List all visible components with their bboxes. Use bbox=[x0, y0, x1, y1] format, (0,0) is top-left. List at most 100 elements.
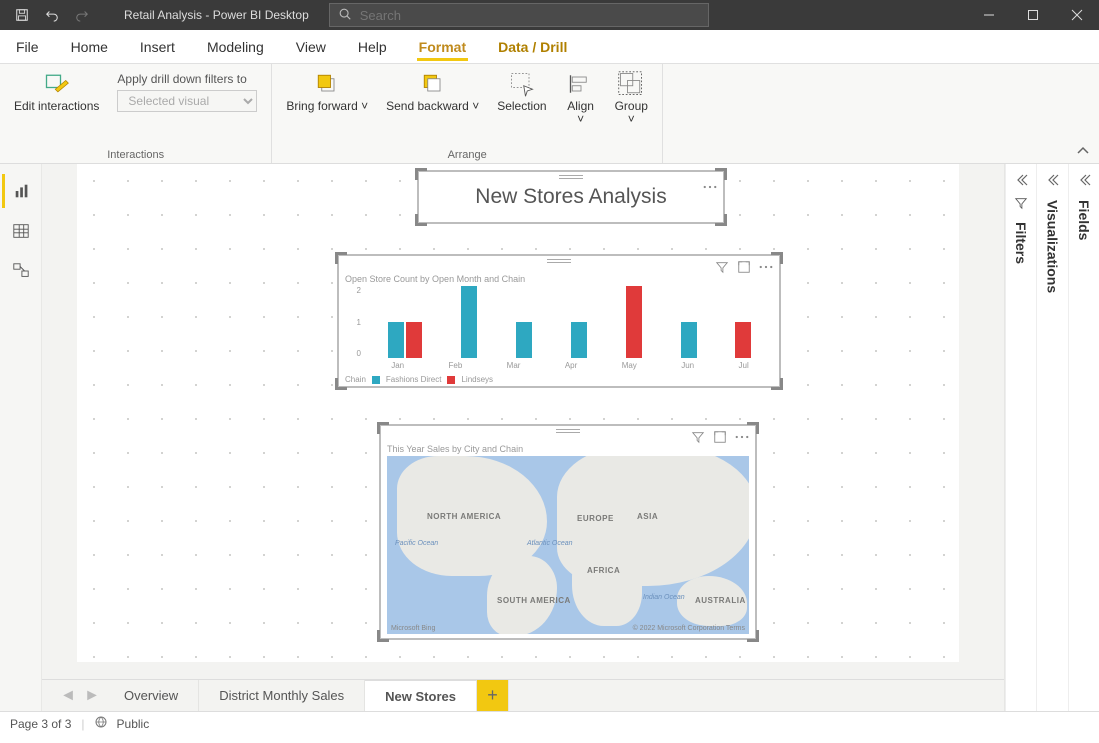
title-textbox-visual[interactable]: New Stores Analysis bbox=[417, 170, 725, 224]
close-button[interactable] bbox=[1055, 0, 1099, 30]
fields-pane-label: Fields bbox=[1076, 200, 1092, 240]
ribbon: Edit interactions Apply drill down filte… bbox=[0, 64, 1099, 164]
edit-interactions-button[interactable]: Edit interactions bbox=[10, 68, 103, 115]
status-bar: Page 3 of 3 | Public bbox=[0, 711, 1099, 735]
y-axis-ticks: 2 1 0 bbox=[353, 286, 361, 358]
search-input[interactable] bbox=[360, 8, 700, 23]
drag-grip-icon[interactable] bbox=[547, 258, 571, 264]
chevron-down-icon: ˅ bbox=[577, 112, 584, 126]
title-text: New Stores Analysis bbox=[475, 185, 666, 209]
undo-button[interactable] bbox=[38, 1, 66, 29]
focus-mode-icon[interactable] bbox=[737, 260, 751, 279]
group-button[interactable]: Group˅ bbox=[611, 68, 652, 128]
map-body[interactable]: NORTH AMERICA SOUTH AMERICA EUROPE AFRIC… bbox=[387, 456, 749, 634]
bar-chart-visual[interactable]: Open Store Count by Open Month and Chain… bbox=[337, 254, 781, 388]
maximize-button[interactable] bbox=[1011, 0, 1055, 30]
canvas[interactable]: New Stores Analysis Open Store Count by … bbox=[42, 164, 1004, 679]
public-icon bbox=[95, 716, 107, 731]
chevron-down-icon: ˅ bbox=[361, 99, 368, 113]
bring-forward-label: Bring forward bbox=[286, 99, 357, 113]
chart-legend: Chain Fashions Direct Lindseys bbox=[345, 375, 493, 384]
filters-pane-label: Filters bbox=[1013, 222, 1029, 264]
focus-mode-icon[interactable] bbox=[713, 430, 727, 449]
page-tabs: ◄ ► Overview District Monthly Sales New … bbox=[42, 679, 1004, 711]
expand-icon[interactable] bbox=[1013, 172, 1029, 188]
workspace: New Stores Analysis Open Store Count by … bbox=[0, 164, 1099, 711]
drill-filter-dropdown[interactable]: Selected visual bbox=[117, 90, 257, 112]
arrange-group-label: Arrange bbox=[282, 149, 652, 161]
tab-prev-button[interactable]: ◄ bbox=[56, 680, 80, 711]
collapse-ribbon-button[interactable] bbox=[1075, 143, 1091, 159]
map-title: This Year Sales by City and Chain bbox=[387, 444, 523, 454]
tab-view[interactable]: View bbox=[280, 30, 342, 63]
group-label: Group bbox=[615, 99, 648, 113]
ribbon-group-arrange: Bring forward ˅ Send backward ˅ Selectio… bbox=[272, 64, 663, 163]
window-controls bbox=[967, 0, 1099, 30]
tab-file[interactable]: File bbox=[0, 30, 55, 63]
titlebar: Retail Analysis - Power BI Desktop bbox=[0, 0, 1099, 30]
filters-pane[interactable]: Filters bbox=[1005, 164, 1036, 711]
tab-next-button[interactable]: ► bbox=[80, 680, 104, 711]
label-africa: AFRICA bbox=[587, 566, 620, 575]
chart-plot-area: 2 1 0 bbox=[353, 286, 771, 358]
apply-drill-filters: Apply drill down filters to Selected vis… bbox=[113, 68, 261, 116]
more-options-icon[interactable] bbox=[703, 176, 717, 200]
expand-icon[interactable] bbox=[1076, 172, 1092, 188]
send-backward-button[interactable]: Send backward ˅ bbox=[382, 68, 483, 115]
drag-grip-icon[interactable] bbox=[559, 174, 583, 180]
label-australia: AUSTRALIA bbox=[695, 596, 746, 605]
filter-icon[interactable] bbox=[691, 430, 705, 449]
page-tab-new-stores[interactable]: New Stores bbox=[365, 680, 477, 711]
right-panes: Filters Visualizations Fields bbox=[1004, 164, 1099, 711]
view-rail bbox=[0, 164, 42, 711]
model-view-button[interactable] bbox=[2, 254, 40, 288]
save-button[interactable] bbox=[8, 1, 36, 29]
edit-interactions-label: Edit interactions bbox=[14, 99, 99, 113]
redo-button[interactable] bbox=[68, 1, 96, 29]
search-icon bbox=[338, 7, 352, 24]
drag-grip-icon[interactable] bbox=[556, 428, 580, 434]
more-options-icon[interactable] bbox=[735, 430, 749, 449]
filter-icon[interactable] bbox=[715, 260, 729, 279]
tab-data-drill[interactable]: Data / Drill bbox=[482, 30, 583, 63]
label-pacific: Pacific Ocean bbox=[395, 540, 438, 548]
canvas-region: New Stores Analysis Open Store Count by … bbox=[42, 164, 1004, 711]
report-view-button[interactable] bbox=[2, 174, 40, 208]
tab-insert[interactable]: Insert bbox=[124, 30, 191, 63]
minimize-button[interactable] bbox=[967, 0, 1011, 30]
selection-label: Selection bbox=[497, 100, 546, 113]
map-visual[interactable]: This Year Sales by City and Chain NORTH … bbox=[379, 424, 757, 640]
visualizations-pane[interactable]: Visualizations bbox=[1036, 164, 1067, 711]
add-page-button[interactable]: + bbox=[477, 680, 509, 711]
map-copyright: © 2022 Microsoft Corporation Terms bbox=[633, 625, 745, 632]
tab-home[interactable]: Home bbox=[55, 30, 124, 63]
bing-credit: Microsoft Bing bbox=[391, 625, 435, 632]
send-backward-label: Send backward bbox=[386, 99, 469, 113]
selection-pane-button[interactable]: Selection bbox=[493, 68, 550, 115]
bring-forward-button[interactable]: Bring forward ˅ bbox=[282, 68, 372, 115]
tab-modeling[interactable]: Modeling bbox=[191, 30, 280, 63]
label-atlantic: Atlantic Ocean bbox=[527, 540, 573, 548]
x-axis-ticks: JanFebMarAprMayJunJul bbox=[369, 361, 771, 370]
search-box[interactable] bbox=[329, 3, 709, 27]
apply-drill-label: Apply drill down filters to bbox=[117, 72, 257, 86]
tab-help[interactable]: Help bbox=[342, 30, 403, 63]
label-europe: EUROPE bbox=[577, 514, 614, 523]
tab-format[interactable]: Format bbox=[403, 30, 482, 63]
report-page[interactable]: New Stores Analysis Open Store Count by … bbox=[77, 164, 959, 662]
ribbon-group-interactions: Edit interactions Apply drill down filte… bbox=[0, 64, 272, 163]
chart-title: Open Store Count by Open Month and Chain bbox=[345, 274, 525, 284]
data-view-button[interactable] bbox=[2, 214, 40, 248]
ribbon-tabs: File Home Insert Modeling View Help Form… bbox=[0, 30, 1099, 64]
more-options-icon[interactable] bbox=[759, 260, 773, 279]
document-title: Retail Analysis - Power BI Desktop bbox=[124, 8, 309, 22]
chevron-down-icon: ˅ bbox=[472, 99, 479, 113]
expand-icon[interactable] bbox=[1044, 172, 1060, 188]
visualizations-pane-label: Visualizations bbox=[1044, 200, 1060, 293]
page-tab-overview[interactable]: Overview bbox=[104, 680, 199, 711]
filter-icon bbox=[1014, 196, 1028, 210]
align-button[interactable]: Align˅ bbox=[561, 68, 601, 128]
fields-pane[interactable]: Fields bbox=[1068, 164, 1099, 711]
bars bbox=[369, 286, 771, 358]
page-tab-district[interactable]: District Monthly Sales bbox=[199, 680, 365, 711]
